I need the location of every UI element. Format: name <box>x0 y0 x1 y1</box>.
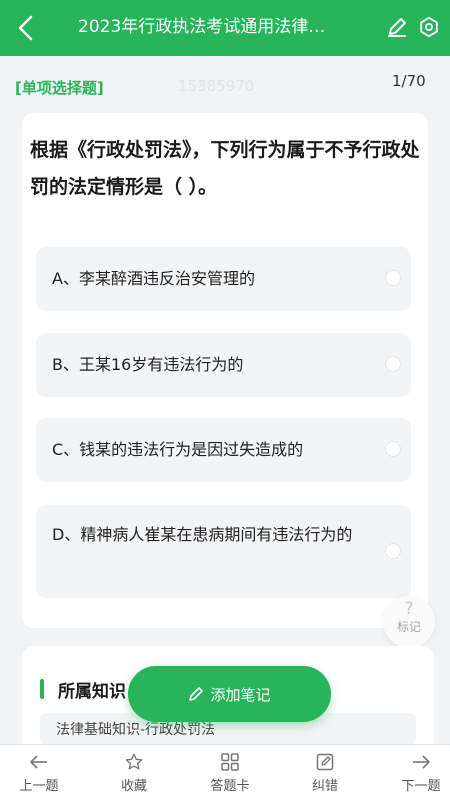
page-title: 2023年行政执法考试通用法律… <box>78 17 326 37</box>
question-type-label: [单项选择题] <box>15 79 104 97</box>
answer-card-button[interactable]: 答题卡 <box>195 751 265 794</box>
prev-label: 上一题 <box>19 779 59 794</box>
option-a[interactable]: A、李某醉酒违反治安管理的 <box>36 247 411 311</box>
option-radio[interactable] <box>385 441 401 457</box>
back-icon <box>18 15 33 41</box>
settings-button[interactable] <box>415 13 443 41</box>
arrow-right-icon <box>413 755 430 769</box>
add-note-button[interactable]: 添加笔记 <box>128 666 331 722</box>
add-note-label: 添加笔记 <box>210 685 271 704</box>
edit-icon <box>388 18 406 37</box>
mark-button[interactable]: ? 标记 <box>383 596 435 648</box>
option-b[interactable]: B、王某16岁有违法行为的 <box>36 333 411 397</box>
next-question-button[interactable]: 下一题 <box>386 751 450 794</box>
question-text: 根据《行政处罚法》，下列行为属于不予行政处罚的法定情形是（ ）。 <box>30 139 420 198</box>
next-label: 下一题 <box>401 779 441 794</box>
report-error-button[interactable]: 纠错 <box>290 751 360 794</box>
option-radio[interactable] <box>385 356 401 372</box>
arrow-left-icon <box>30 755 47 769</box>
option-label: A、李某醉酒违反治安管理的 <box>52 269 255 288</box>
option-radio[interactable] <box>385 543 401 559</box>
top-bar: 2023年行政执法考试通用法律… <box>0 0 450 56</box>
question-mark-icon: ? <box>404 599 414 619</box>
pencil-icon <box>189 687 204 701</box>
option-label: B、王某16岁有违法行为的 <box>52 355 244 374</box>
question-counter: 1/70 <box>392 72 426 90</box>
option-label: C、钱某的违法行为是因过失造成的 <box>52 440 304 459</box>
star-icon <box>125 753 143 770</box>
prev-question-button[interactable]: 上一题 <box>4 751 74 794</box>
report-label: 纠错 <box>311 779 338 794</box>
watermark-text: 15385970 <box>178 77 255 95</box>
section-accent-bar <box>40 679 44 699</box>
option-d[interactable]: D、精神病人崔某在患病期间有违法行为的 <box>36 505 411 598</box>
report-icon <box>316 753 334 771</box>
option-radio[interactable] <box>385 270 401 286</box>
gear-icon <box>420 16 438 38</box>
grid-icon <box>221 753 239 771</box>
edit-button[interactable] <box>383 13 411 41</box>
bottom-nav: 上一题 收藏 答题卡 纠错 下一题 <box>0 744 450 800</box>
favorite-label: 收藏 <box>120 779 147 794</box>
option-label: D、精神病人崔某在患病期间有违法行为的 <box>52 525 353 544</box>
knowledge-title: 所属知识 <box>58 682 126 702</box>
answer-card-label: 答题卡 <box>210 779 250 794</box>
option-c[interactable]: C、钱某的违法行为是因过失造成的 <box>36 418 411 482</box>
favorite-button[interactable]: 收藏 <box>99 751 169 794</box>
mark-label: 标记 <box>396 620 421 634</box>
back-button[interactable] <box>10 12 42 44</box>
